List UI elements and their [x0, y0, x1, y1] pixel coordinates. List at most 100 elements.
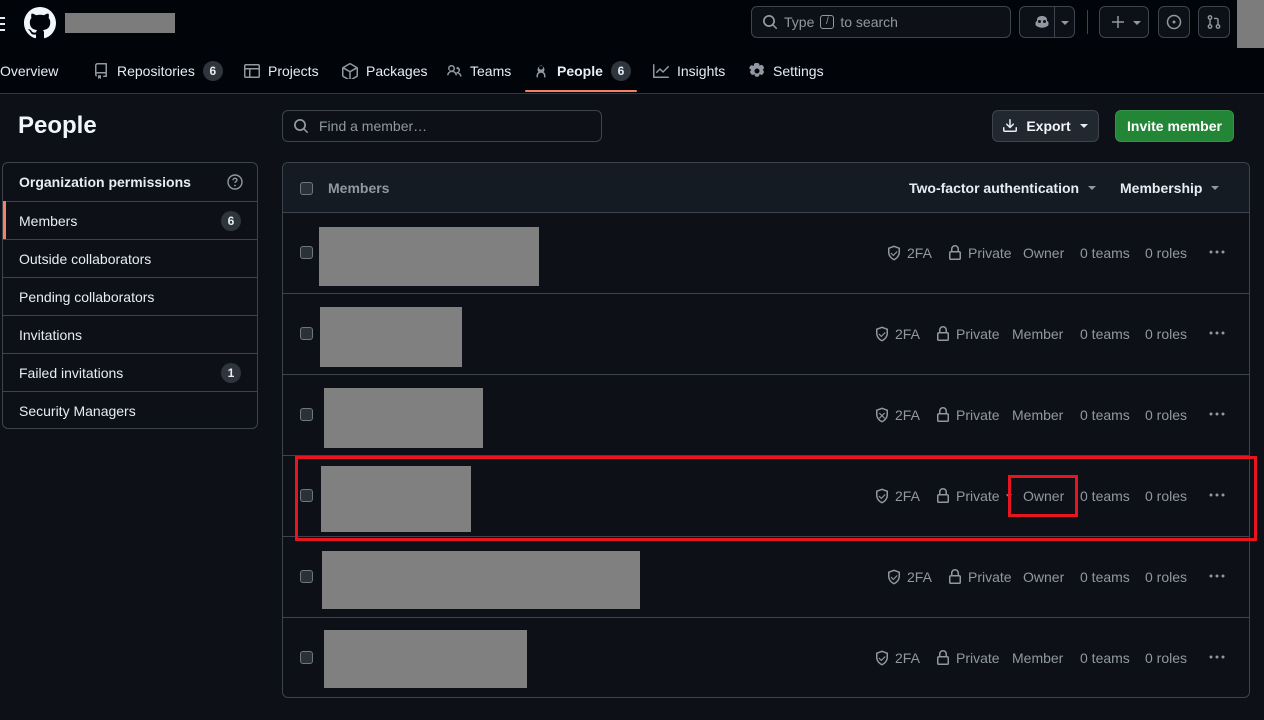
- tab-overview[interactable]: Overview: [0, 48, 58, 94]
- chevron-down-icon: [1132, 19, 1142, 27]
- sidebar-item-invitations[interactable]: Invitations: [3, 315, 257, 353]
- sidebar-item-failed-invitations[interactable]: Failed invitations 1: [3, 353, 257, 391]
- tab-repositories[interactable]: Repositories 6: [93, 48, 223, 94]
- search-label-pre: Type: [784, 14, 815, 30]
- table-header: Members Two-factor authentication Member…: [283, 163, 1249, 213]
- two-factor-label: 2FA: [895, 650, 920, 666]
- row-checkbox[interactable]: [300, 327, 313, 340]
- membership-filter[interactable]: Membership: [1120, 180, 1220, 196]
- tab-label: People: [557, 63, 603, 79]
- avatar[interactable]: [1237, 0, 1264, 48]
- sidebar-item-label: Failed invitations: [19, 364, 124, 381]
- shield-check-icon: [874, 650, 890, 666]
- visibility-label: Private: [968, 245, 1012, 261]
- sidebar-item-label: Members: [19, 212, 78, 229]
- tab-label: Packages: [366, 63, 428, 79]
- tab-insights[interactable]: Insights: [653, 48, 725, 94]
- member-redacted[interactable]: [324, 388, 483, 448]
- pull-request-icon: [1206, 14, 1222, 30]
- roles-count[interactable]: 0 roles: [1145, 537, 1187, 617]
- role-label[interactable]: Member: [1012, 294, 1063, 374]
- lock-icon: [947, 569, 963, 585]
- sidebar-item-members[interactable]: Members 6: [3, 201, 257, 239]
- teams-count[interactable]: 0 teams: [1080, 618, 1130, 697]
- visibility-status[interactable]: Private: [947, 537, 1012, 617]
- role-label[interactable]: Member: [1012, 375, 1063, 455]
- visibility-label: Private: [956, 326, 1000, 342]
- roles-count[interactable]: 0 roles: [1145, 294, 1187, 374]
- two-factor-filter[interactable]: Two-factor authentication: [909, 180, 1097, 196]
- kebab-menu-icon[interactable]: [1207, 566, 1227, 586]
- copilot-button[interactable]: [1019, 6, 1075, 38]
- person-icon: [533, 63, 549, 79]
- members-column-header: Members: [328, 180, 390, 196]
- lock-icon: [935, 326, 951, 342]
- issues-button[interactable]: [1158, 6, 1190, 38]
- row-checkbox[interactable]: [300, 408, 313, 421]
- two-factor-status: 2FA: [886, 537, 932, 617]
- top-header: Type / to search: [0, 0, 1264, 48]
- table-row: 2FA Private Owner 0 teams 0 roles: [283, 213, 1249, 294]
- invite-member-button[interactable]: Invite member: [1115, 110, 1234, 142]
- pull-requests-button[interactable]: [1198, 6, 1230, 38]
- roles-count[interactable]: 0 roles: [1145, 213, 1187, 293]
- global-search-input[interactable]: Type / to search: [751, 6, 1011, 38]
- visibility-status[interactable]: Private: [935, 618, 1000, 697]
- sidebar-header-label: Organization permissions: [19, 174, 191, 190]
- roles-count[interactable]: 0 roles: [1145, 618, 1187, 697]
- lock-icon: [935, 407, 951, 423]
- create-new-button[interactable]: [1099, 6, 1149, 38]
- visibility-status[interactable]: Private: [947, 213, 1012, 293]
- teams-count[interactable]: 0 teams: [1080, 375, 1130, 455]
- kebab-menu-icon[interactable]: [1207, 323, 1227, 343]
- shield-x-icon: [874, 407, 890, 423]
- membership-filter-label: Membership: [1120, 180, 1203, 196]
- active-item-indicator: [3, 201, 6, 239]
- tab-teams[interactable]: Teams: [446, 48, 511, 94]
- row-checkbox[interactable]: [300, 570, 313, 583]
- question-icon[interactable]: [227, 174, 243, 190]
- teams-count[interactable]: 0 teams: [1080, 537, 1130, 617]
- member-redacted[interactable]: [322, 551, 640, 609]
- visibility-status[interactable]: Private: [935, 375, 1000, 455]
- search-icon: [293, 118, 309, 134]
- role-label[interactable]: Member: [1012, 618, 1063, 697]
- member-redacted[interactable]: [324, 630, 527, 688]
- export-label: Export: [1026, 118, 1071, 134]
- find-member-input[interactable]: [317, 117, 597, 135]
- repositories-count-badge: 6: [202, 61, 223, 81]
- two-factor-label: 2FA: [907, 569, 932, 585]
- tab-label: Projects: [268, 63, 319, 79]
- row-checkbox[interactable]: [300, 246, 313, 259]
- table-row: 2FA Private Member 0 teams 0 roles: [283, 618, 1249, 697]
- row-checkbox[interactable]: [300, 651, 313, 664]
- highlight-box-owner: [1008, 475, 1078, 517]
- member-redacted[interactable]: [320, 307, 462, 367]
- roles-count[interactable]: 0 roles: [1145, 375, 1187, 455]
- sidebar-item-pending-collaborators[interactable]: Pending collaborators: [3, 277, 257, 315]
- teams-count[interactable]: 0 teams: [1080, 294, 1130, 374]
- two-factor-status: 2FA: [874, 375, 920, 455]
- tab-projects[interactable]: Projects: [244, 48, 319, 94]
- org-name-redacted[interactable]: [65, 13, 175, 33]
- sidebar-item-security-managers[interactable]: Security Managers: [3, 391, 257, 428]
- sidebar-item-outside-collaborators[interactable]: Outside collaborators: [3, 239, 257, 277]
- tab-settings[interactable]: Settings: [749, 48, 824, 94]
- teams-count[interactable]: 0 teams: [1080, 213, 1130, 293]
- role-label[interactable]: Owner: [1023, 537, 1064, 617]
- role-label[interactable]: Owner: [1023, 213, 1064, 293]
- kebab-menu-icon[interactable]: [1207, 242, 1227, 262]
- menu-icon[interactable]: [0, 14, 6, 34]
- visibility-label: Private: [956, 407, 1000, 423]
- kebab-menu-icon[interactable]: [1207, 404, 1227, 424]
- select-all-checkbox[interactable]: [300, 182, 313, 195]
- tab-people[interactable]: People 6: [533, 48, 631, 94]
- tab-label: Repositories: [117, 63, 195, 79]
- tab-packages[interactable]: Packages: [342, 48, 427, 94]
- export-button[interactable]: Export: [992, 110, 1099, 142]
- kebab-menu-icon[interactable]: [1207, 647, 1227, 667]
- visibility-status[interactable]: Private: [935, 294, 1000, 374]
- shield-check-icon: [886, 569, 902, 585]
- member-redacted[interactable]: [319, 227, 539, 286]
- github-logo-icon[interactable]: [24, 7, 56, 39]
